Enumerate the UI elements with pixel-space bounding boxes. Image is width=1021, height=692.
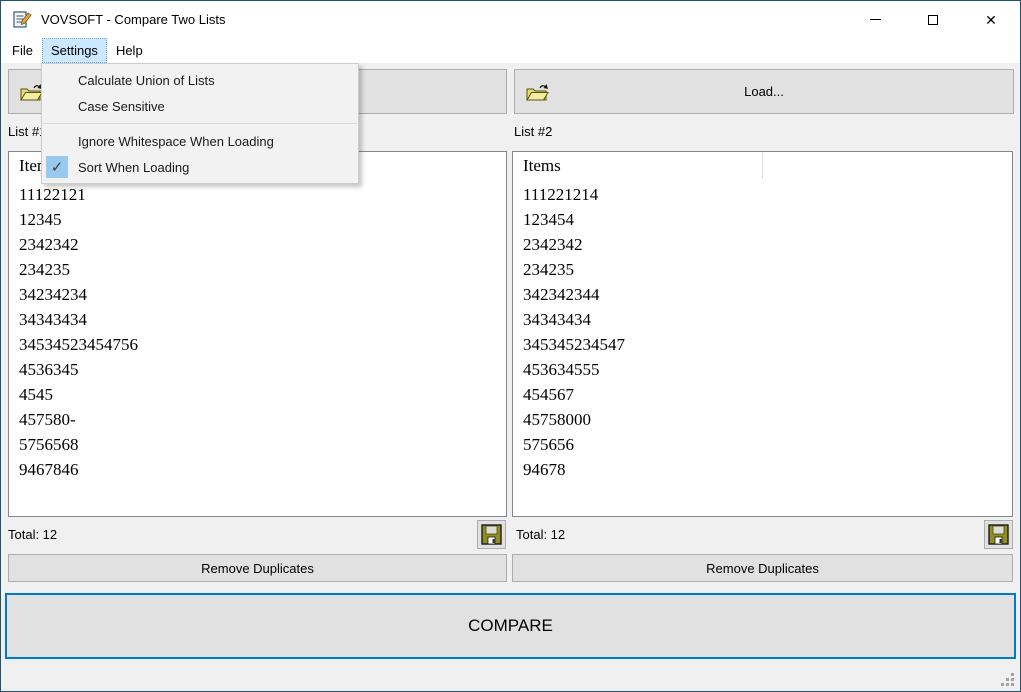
settings-dropdown-menu: Calculate Union of Lists Case Sensitive … xyxy=(41,63,359,184)
menu-item-ignore-whitespace[interactable]: Ignore Whitespace When Loading xyxy=(42,128,358,154)
menu-item-case-sensitive[interactable]: Case Sensitive xyxy=(42,93,358,119)
list-item[interactable]: 457580- xyxy=(9,407,506,432)
menu-file[interactable]: File xyxy=(3,38,42,63)
list-item[interactable]: 111221214 xyxy=(513,182,1012,207)
close-button[interactable]: ✕ xyxy=(962,1,1020,38)
menubar: File Settings Help xyxy=(1,38,1020,63)
list-item[interactable]: 345345234547 xyxy=(513,332,1012,357)
minimize-icon xyxy=(870,19,881,20)
titlebar: VOVSOFT - Compare Two Lists ✕ xyxy=(1,1,1020,38)
check-icon: ✓ xyxy=(46,156,68,178)
list-item[interactable]: 45758000 xyxy=(513,407,1012,432)
remove-duplicates-list2-button[interactable]: Remove Duplicates xyxy=(512,554,1013,582)
list1-rows: 11122121 12345 2342342 234235 34234234 3… xyxy=(9,179,506,482)
list-item[interactable]: 4536345 xyxy=(9,357,506,382)
list-item[interactable]: 453634555 xyxy=(513,357,1012,382)
compare-button[interactable]: COMPARE xyxy=(5,593,1016,659)
list-item[interactable]: 2342342 xyxy=(9,232,506,257)
list-item[interactable]: 34343434 xyxy=(513,307,1012,332)
list-item[interactable]: 9467846 xyxy=(9,457,506,482)
list-item[interactable]: 575656 xyxy=(513,432,1012,457)
compare-button-label: COMPARE xyxy=(468,616,553,636)
menu-help[interactable]: Help xyxy=(107,38,152,63)
remove-duplicates-list1-button[interactable]: Remove Duplicates xyxy=(8,554,507,582)
resize-grip[interactable] xyxy=(1001,673,1015,687)
list-item[interactable]: 34534523454756 xyxy=(9,332,506,357)
list-item[interactable]: 94678 xyxy=(513,457,1012,482)
list-item[interactable]: 4545 xyxy=(9,382,506,407)
menu-separator xyxy=(43,123,357,124)
listview-header: Items xyxy=(513,152,1012,179)
close-icon: ✕ xyxy=(985,13,997,27)
list1-total: Total: 12 xyxy=(8,527,57,542)
maximize-button[interactable] xyxy=(904,1,962,38)
remove-duplicates-label: Remove Duplicates xyxy=(706,561,819,576)
list-item[interactable]: 12345 xyxy=(9,207,506,232)
maximize-icon xyxy=(928,15,938,25)
remove-duplicates-label: Remove Duplicates xyxy=(201,561,314,576)
list-item[interactable]: 34343434 xyxy=(9,307,506,332)
list-item[interactable]: 234235 xyxy=(9,257,506,282)
column-header-items[interactable]: Items xyxy=(513,152,763,179)
load-button-list2[interactable]: Load... xyxy=(514,69,1014,114)
floppy-disk-icon xyxy=(988,524,1009,545)
window-title: VOVSOFT - Compare Two Lists xyxy=(41,1,225,38)
list2-rows: 111221214 123454 2342342 234235 34234234… xyxy=(513,179,1012,482)
floppy-disk-icon xyxy=(481,524,502,545)
app-window: VOVSOFT - Compare Two Lists ✕ File Setti… xyxy=(0,0,1021,692)
menu-item-calculate-union[interactable]: Calculate Union of Lists xyxy=(42,67,358,93)
menu-item-sort-when-loading[interactable]: ✓ Sort When Loading xyxy=(42,154,358,180)
minimize-button[interactable] xyxy=(846,1,904,38)
window-controls: ✕ xyxy=(846,1,1020,38)
app-icon xyxy=(13,10,32,29)
list2-total: Total: 12 xyxy=(516,527,565,542)
open-folder-icon xyxy=(20,83,43,105)
list-item[interactable]: 123454 xyxy=(513,207,1012,232)
save-list1-button[interactable] xyxy=(477,520,506,549)
list-item[interactable]: 5756568 xyxy=(9,432,506,457)
list-item[interactable]: 11122121 xyxy=(9,182,506,207)
save-list2-button[interactable] xyxy=(984,520,1013,549)
load-button-label: Load... xyxy=(744,84,784,99)
check-glyph: ✓ xyxy=(51,158,64,176)
statusbar xyxy=(1,661,1020,691)
list-item[interactable]: 2342342 xyxy=(513,232,1012,257)
list-item[interactable]: 342342344 xyxy=(513,282,1012,307)
list2-label: List #2 xyxy=(514,124,552,139)
list-item[interactable]: 34234234 xyxy=(9,282,506,307)
list-item[interactable]: 454567 xyxy=(513,382,1012,407)
menu-item-label: Sort When Loading xyxy=(78,160,189,175)
open-folder-icon xyxy=(526,83,549,105)
menu-settings[interactable]: Settings xyxy=(42,38,107,63)
listview-list2: Items 111221214 123454 2342342 234235 34… xyxy=(512,151,1013,517)
listview-list1: Items 11122121 12345 2342342 234235 3423… xyxy=(8,151,507,517)
list-item[interactable]: 234235 xyxy=(513,257,1012,282)
